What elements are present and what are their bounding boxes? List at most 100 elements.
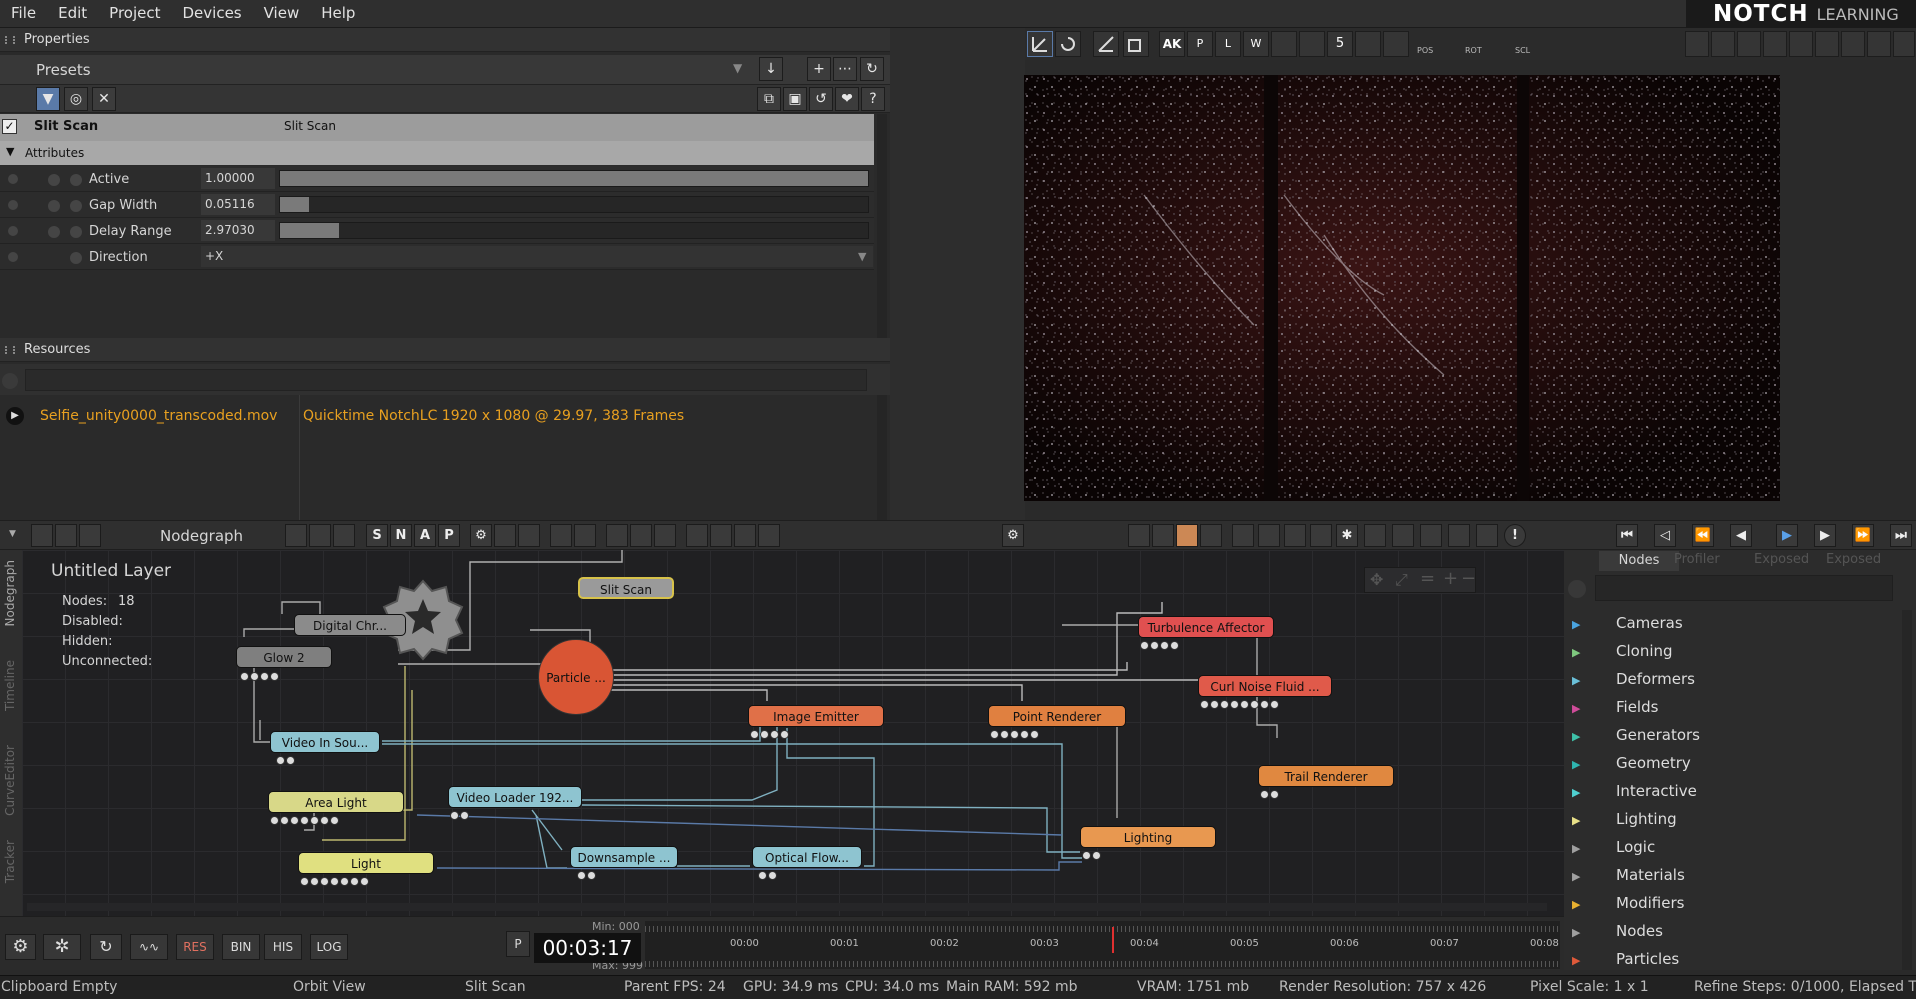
camera-icon[interactable] xyxy=(1893,31,1915,57)
link-icon[interactable] xyxy=(70,252,82,264)
warning-icon[interactable]: ! xyxy=(1504,524,1526,547)
node-lighting[interactable]: Lighting xyxy=(1080,826,1216,848)
step-forward-icon[interactable]: ▶ xyxy=(1814,524,1836,547)
nodes-search-input[interactable] xyxy=(1595,575,1893,601)
node-video-loader[interactable]: Video Loader 192... xyxy=(448,786,582,808)
node-trail-renderer[interactable]: Trail Renderer xyxy=(1258,765,1394,787)
area-light-pins[interactable] xyxy=(270,816,339,826)
graph-hscrollbar[interactable] xyxy=(27,903,1547,911)
resources-search-input[interactable] xyxy=(25,369,867,391)
category-generators[interactable]: ▶ Generators xyxy=(1572,726,1882,750)
play-icon[interactable]: ▶ xyxy=(1776,524,1798,547)
keyframe-icon[interactable] xyxy=(48,226,60,238)
frame-tool-icon[interactable] xyxy=(1123,31,1149,57)
category-cloning[interactable]: ▶ Cloning xyxy=(1572,642,1882,666)
table-icon[interactable] xyxy=(1476,524,1498,547)
node-digital-chroma[interactable]: Digital Chr... xyxy=(294,614,406,636)
circle-icon[interactable] xyxy=(758,524,780,547)
node-slit-scan[interactable]: Slit Scan xyxy=(578,577,674,599)
box-icon[interactable] xyxy=(79,524,101,547)
downsample-pins[interactable] xyxy=(577,871,596,881)
tab-exposed-2[interactable]: Exposed xyxy=(1826,552,1881,567)
expose-icon[interactable] xyxy=(8,226,18,236)
gear-advanced-icon[interactable]: ✲ xyxy=(43,934,81,960)
skip-start-icon[interactable]: ⏮ xyxy=(1616,524,1638,547)
node-optical-flow[interactable]: Optical Flow... xyxy=(752,846,862,868)
bucket-icon[interactable] xyxy=(686,524,708,547)
attributes-header[interactable]: ▼ Attributes xyxy=(0,141,874,165)
grid-icon[interactable] xyxy=(1299,31,1325,57)
ungroup-icon[interactable] xyxy=(55,524,77,547)
category-materials[interactable]: ▶ Materials xyxy=(1572,866,1882,890)
rng-icon[interactable] xyxy=(1258,524,1280,547)
slash-icon[interactable] xyxy=(734,524,756,547)
tab-exposed[interactable]: Exposed xyxy=(1754,552,1809,567)
bbox-icon[interactable] xyxy=(1310,524,1332,547)
in-icon[interactable] xyxy=(285,524,307,547)
tab-tracker[interactable]: Tracker xyxy=(3,840,17,883)
expose-icon[interactable] xyxy=(8,174,18,184)
link-icon[interactable] xyxy=(70,200,82,212)
attr-value-input[interactable]: 1.00000 xyxy=(201,168,275,189)
cube-icon[interactable] xyxy=(1364,524,1386,547)
p-button[interactable]: P xyxy=(1187,31,1213,57)
category-geometry[interactable]: ▶ Geometry xyxy=(1572,754,1882,778)
scl-label[interactable]: SCL xyxy=(1515,46,1530,55)
step-icon[interactable] xyxy=(550,524,572,547)
histogram-icon[interactable] xyxy=(1200,524,1222,547)
rotate-tool-icon[interactable] xyxy=(1055,31,1081,57)
play-resource-icon[interactable]: ▶ xyxy=(6,407,24,425)
target-icon[interactable]: ◎ xyxy=(64,87,88,111)
log-button[interactable]: LOG xyxy=(310,934,348,960)
keyframe-icon[interactable] xyxy=(48,174,60,186)
colour-icon[interactable] xyxy=(1176,524,1198,547)
snap-s-button[interactable]: S xyxy=(366,524,388,547)
search-icon[interactable] xyxy=(1568,580,1586,598)
menu-file[interactable]: File xyxy=(0,0,47,27)
timecode-display[interactable]: 00:03:17 xyxy=(534,933,641,963)
crop-icon[interactable] xyxy=(518,524,540,547)
favourite-icon[interactable]: ❤ xyxy=(835,87,859,111)
add-preset-icon[interactable]: + xyxy=(807,57,831,81)
out-icon[interactable] xyxy=(309,524,331,547)
node-downsample[interactable]: Downsample ... xyxy=(570,846,678,868)
p-button[interactable]: P xyxy=(506,931,530,957)
category-fields[interactable]: ▶ Fields xyxy=(1572,698,1882,722)
output-icon[interactable] xyxy=(630,524,652,547)
category-modifiers[interactable]: ▶ Modifiers xyxy=(1572,894,1882,918)
menu-help[interactable]: Help xyxy=(310,0,366,27)
sphere-icon[interactable] xyxy=(1420,524,1442,547)
menu-view[interactable]: View xyxy=(253,0,311,27)
playhead[interactable] xyxy=(1112,927,1114,953)
five-button[interactable]: 5 xyxy=(1327,31,1353,57)
fit-icon[interactable] xyxy=(1737,31,1761,57)
snap-icon[interactable] xyxy=(1271,31,1297,57)
step-back-icon[interactable]: ◀ xyxy=(1730,524,1752,547)
particle-icon[interactable]: ✱ xyxy=(1336,524,1358,547)
res-button[interactable]: RES xyxy=(176,934,214,960)
category-logic[interactable]: ▶ Logic xyxy=(1572,838,1882,862)
bars-icon[interactable] xyxy=(1355,31,1381,57)
nodes-panel-scrollbar[interactable] xyxy=(1902,610,1912,970)
attr-slider[interactable] xyxy=(279,170,869,187)
paste-icon[interactable]: ▣ xyxy=(783,87,807,111)
category-deformers[interactable]: ▶ Deformers xyxy=(1572,670,1882,694)
waveform-icon[interactable]: ∿∿ xyxy=(130,934,168,960)
hatch-icon[interactable] xyxy=(710,524,732,547)
res-icon[interactable] xyxy=(1128,524,1150,547)
lighting-pins[interactable] xyxy=(1082,851,1101,861)
zoom-icon[interactable] xyxy=(1841,31,1865,57)
expose-icon[interactable] xyxy=(654,524,676,547)
node-point-renderer[interactable]: Point Renderer xyxy=(988,705,1126,727)
refresh-icon[interactable]: ↻ xyxy=(860,57,884,81)
clear-filter-icon[interactable]: ✕ xyxy=(92,87,116,111)
rot-label[interactable]: ROT xyxy=(1465,46,1482,55)
search-icon[interactable] xyxy=(2,373,18,389)
tab-nodegraph[interactable]: Nodegraph xyxy=(3,560,17,626)
input-icon[interactable] xyxy=(606,524,628,547)
category-lighting[interactable]: ▶ Lighting xyxy=(1572,810,1882,834)
attr-slider[interactable] xyxy=(279,222,869,239)
point-renderer-pins[interactable] xyxy=(990,730,1039,740)
help-icon[interactable]: ? xyxy=(861,87,885,111)
snap-n-button[interactable]: N xyxy=(390,524,412,547)
